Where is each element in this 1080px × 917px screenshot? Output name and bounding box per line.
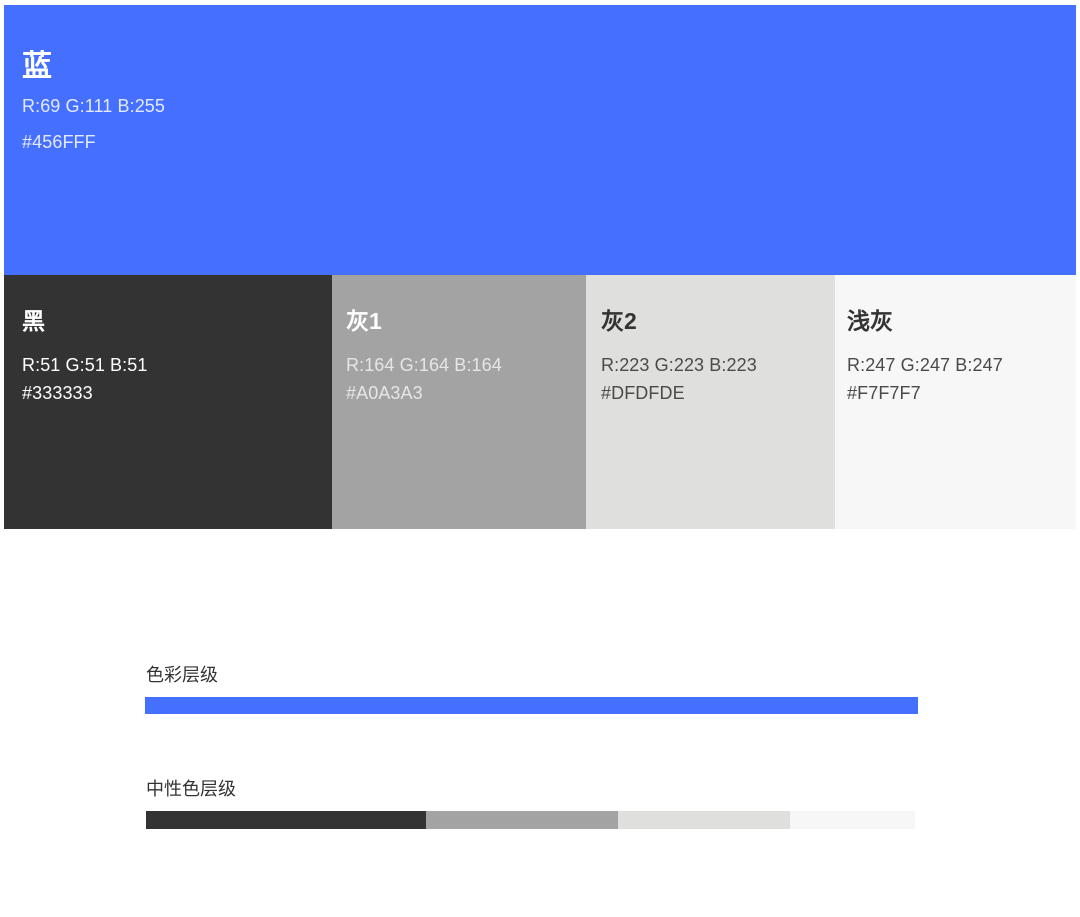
swatch-name: 灰2 xyxy=(601,308,637,334)
neutral-level-segment-gray-2 xyxy=(618,811,790,829)
swatch-hex-value: #DFDFDE xyxy=(601,383,685,403)
neutral-level-title: 中性色层级 xyxy=(146,779,236,799)
swatch-rgb-value: R:164 G:164 B:164 xyxy=(346,355,502,375)
swatch-hex-value: #333333 xyxy=(22,383,93,403)
swatch-rgb-value: R:69 G:111 B:255 xyxy=(22,96,166,116)
swatch-rgb-value: R:247 G:247 B:247 xyxy=(847,355,1003,375)
swatch-blue: 蓝 R:69 G:111 B:255 #456FFF xyxy=(4,5,1076,275)
swatch-name: 浅灰 xyxy=(847,308,893,334)
swatch-hex-value: #F7F7F7 xyxy=(847,383,921,403)
swatch-hex-value: #A0A3A3 xyxy=(346,383,423,403)
swatch-hex-value: #456FFF xyxy=(22,132,96,152)
swatch-gray-1: 灰1 R:164 G:164 B:164 #A0A3A3 xyxy=(332,275,586,529)
neutral-level-bar xyxy=(146,811,915,829)
swatch-black: 黑 R:51 G:51 B:51 #333333 xyxy=(4,275,332,529)
swatch-gray-2: 灰2 R:223 G:223 B:223 #DFDFDE xyxy=(586,275,835,529)
swatch-name: 灰1 xyxy=(346,308,382,334)
swatch-name: 黑 xyxy=(22,308,45,334)
neutral-level-segment-gray-1 xyxy=(426,811,618,829)
neutral-level-segment-black xyxy=(146,811,426,829)
neutral-level-segment-light-gray xyxy=(790,811,915,829)
swatch-rgb-value: R:51 G:51 B:51 xyxy=(22,355,148,375)
swatch-name: 蓝 xyxy=(22,50,52,83)
color-level-title: 色彩层级 xyxy=(146,665,218,685)
swatch-light-gray: 浅灰 R:247 G:247 B:247 #F7F7F7 xyxy=(835,275,1076,529)
color-level-bar xyxy=(145,697,918,714)
swatch-rgb-value: R:223 G:223 B:223 xyxy=(601,355,757,375)
